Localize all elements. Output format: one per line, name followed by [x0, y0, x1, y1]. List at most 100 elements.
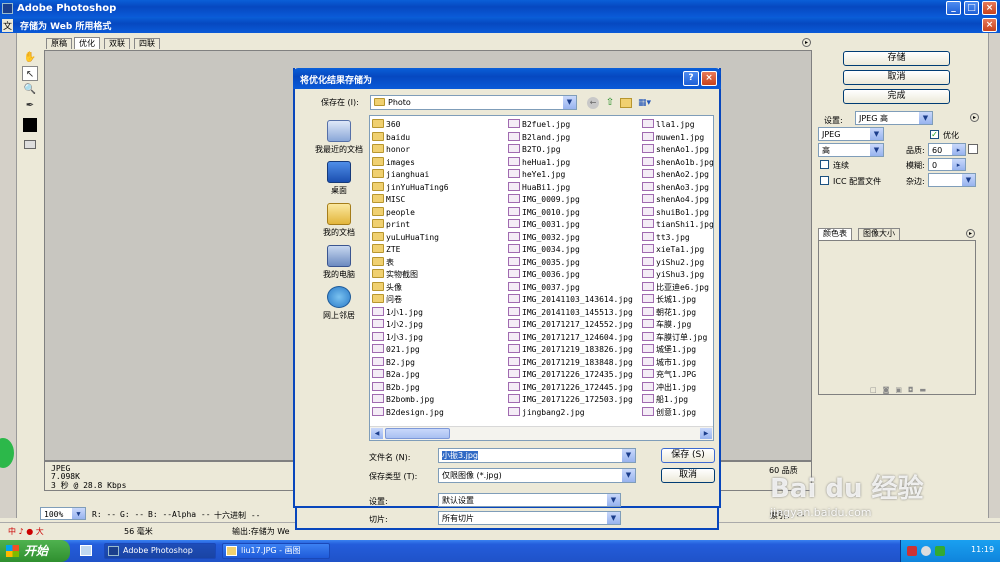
folder-item[interactable]: yuLuHuaTing [372, 231, 439, 244]
tray-icon[interactable] [921, 546, 931, 556]
folder-item[interactable]: jianghuai [372, 169, 429, 181]
cancel-button[interactable]: 取消 [843, 70, 950, 85]
file-item[interactable]: B2land.jpg [508, 131, 570, 144]
file-item[interactable]: yiShu3.jpg [642, 269, 704, 281]
slice-visibility-icon[interactable] [24, 140, 36, 149]
save-button[interactable]: 存储 [843, 51, 950, 66]
quality-field[interactable]: 60 ▸ [928, 143, 966, 156]
file-item[interactable]: 车膜订单.jpg [642, 331, 707, 344]
file-item[interactable]: B2fuel.jpg [508, 119, 570, 131]
file-item[interactable]: B2.jpg [372, 356, 415, 369]
tab-4up[interactable]: 四联 [134, 38, 160, 49]
color-swatch[interactable] [23, 118, 37, 132]
done-button[interactable]: 完成 [843, 89, 950, 104]
file-item[interactable]: 车膜.jpg [642, 319, 691, 331]
file-item[interactable]: heHua1.jpg [508, 156, 570, 169]
file-item[interactable]: IMG_20171226_172445.jpg [508, 381, 633, 394]
folder-item[interactable]: 实物截图 [372, 269, 418, 281]
up-folder-icon[interactable]: ⇧ [604, 97, 616, 109]
folder-item[interactable]: baidu [372, 131, 410, 144]
file-item[interactable]: IMG_0035.jpg [508, 256, 580, 269]
slice-select-tool-icon[interactable]: ↖ [22, 66, 38, 81]
new-folder-icon[interactable] [620, 98, 632, 108]
file-item[interactable]: IMG_20141103_143614.jpg [508, 294, 633, 306]
file-item[interactable]: IMG_0031.jpg [508, 219, 580, 231]
tab-original[interactable]: 原稿 [46, 38, 72, 49]
tab-color-table[interactable]: 颜色表 [818, 228, 852, 240]
file-item[interactable]: shenAo1b.jpg [642, 156, 714, 169]
folder-item[interactable]: 360 [372, 119, 400, 131]
matte-select[interactable]: ▼ [928, 173, 976, 187]
preview-menu-icon[interactable]: ▸ [802, 38, 811, 47]
taskbar-item-paint[interactable]: liu17.JPG - 画图 [222, 543, 330, 559]
folder-item[interactable]: 头像 [372, 281, 402, 294]
minimize-icon[interactable]: _ [946, 1, 961, 15]
file-item[interactable]: 长城1.jpg [642, 294, 696, 306]
place-recent[interactable]: 我最近的文档 [308, 120, 370, 155]
file-item[interactable]: IMG_0009.jpg [508, 194, 580, 206]
maximize-icon[interactable]: □ [964, 1, 979, 15]
settings-select[interactable]: JPEG 高 ▼ [855, 111, 933, 125]
folder-item[interactable]: 表 [372, 256, 394, 269]
file-item[interactable]: 比亚迪e6.jpg [642, 281, 709, 294]
folder-item[interactable]: MISC [372, 194, 405, 206]
place-desktop[interactable]: 桌面 [308, 161, 370, 196]
file-item[interactable]: 充气1.JPG [642, 369, 696, 381]
file-item[interactable]: shenAo1.jpg [642, 144, 709, 156]
window-close-icon[interactable]: × [982, 18, 997, 32]
file-item[interactable]: B2TO.jpg [508, 144, 561, 156]
file-item[interactable]: IMG_20141103_145513.jpg [508, 306, 633, 319]
file-item[interactable]: IMG_20171219_183848.jpg [508, 356, 633, 369]
file-item[interactable]: yiShu2.jpg [642, 256, 704, 269]
progressive-checkbox[interactable] [820, 160, 829, 169]
hand-tool-icon[interactable]: ✋ [22, 50, 38, 65]
place-network[interactable]: 网上邻居 [308, 286, 370, 321]
file-item[interactable]: IMG_20171226_172435.jpg [508, 369, 633, 381]
menu-file[interactable]: 文 [2, 19, 14, 32]
quality-level-select[interactable]: 高 ▼ [818, 143, 884, 157]
dialog-settings-select[interactable]: 默认设置 ▼ [438, 493, 621, 507]
file-item[interactable]: shenAo3.jpg [642, 181, 709, 194]
quality-mask-icon[interactable] [968, 144, 978, 154]
tab-optimized[interactable]: 优化 [74, 37, 100, 49]
start-button[interactable]: 开始 [0, 540, 70, 562]
zoom-select[interactable]: 100% ▼ [40, 507, 86, 520]
horizontal-scrollbar[interactable]: ◀ ▶ [370, 426, 713, 440]
tray-icon[interactable] [907, 546, 917, 556]
tab-2up[interactable]: 双联 [104, 38, 130, 49]
file-item[interactable]: B2a.jpg [372, 369, 420, 381]
dialog-cancel-button[interactable]: 取消 [661, 468, 715, 483]
file-item[interactable]: 船1.jpg [642, 394, 688, 406]
file-item[interactable]: shenAo4.jpg [642, 194, 709, 206]
dialog-save-button[interactable]: 保存 (S) [661, 448, 715, 463]
file-item[interactable]: 城堡1.jpg [642, 344, 696, 356]
folder-item[interactable]: honor [372, 144, 410, 156]
filetype-select[interactable]: 仅限图像 (*.jpg) ▼ [438, 468, 636, 483]
dialog-close-icon[interactable]: × [701, 71, 717, 86]
folder-item[interactable]: ZTE [372, 244, 400, 256]
blur-field[interactable]: 0 ▸ [928, 158, 966, 171]
file-item[interactable]: IMG_0036.jpg [508, 269, 580, 281]
file-item[interactable]: IMG_20171226_172503.jpg [508, 394, 633, 406]
file-item[interactable]: 1小2.jpg [372, 319, 423, 331]
file-item[interactable]: 城市1.jpg [642, 356, 696, 369]
file-item[interactable]: tt3.jpg [642, 231, 690, 244]
right-scrollbar[interactable] [988, 33, 1000, 518]
view-menu-icon[interactable]: ▦▾ [638, 97, 654, 109]
folder-item[interactable]: jinYuHuaTing6 [372, 181, 449, 194]
eyedropper-tool-icon[interactable]: ✒ [22, 98, 38, 113]
file-item[interactable]: 冲出1.jpg [642, 381, 696, 394]
file-item[interactable]: 创意1.jpg [642, 406, 696, 419]
file-item[interactable]: 021.jpg [372, 344, 420, 356]
file-item[interactable]: jingbang2.jpg [508, 406, 585, 419]
file-item[interactable]: IMG_0010.jpg [508, 206, 580, 219]
close-icon[interactable]: × [982, 1, 997, 15]
color-table-menu-icon[interactable]: ▸ [966, 229, 975, 238]
format-select[interactable]: JPEG ▼ [818, 127, 884, 141]
file-item[interactable]: xieTa1.jpg [642, 244, 704, 256]
file-item[interactable]: B2bomb.jpg [372, 394, 434, 406]
optimize-checkbox[interactable]: ✓ [930, 130, 939, 139]
file-item[interactable]: IMG_0034.jpg [508, 244, 580, 256]
icc-checkbox[interactable] [820, 176, 829, 185]
file-item[interactable]: tianShi1.jpg [642, 219, 714, 231]
